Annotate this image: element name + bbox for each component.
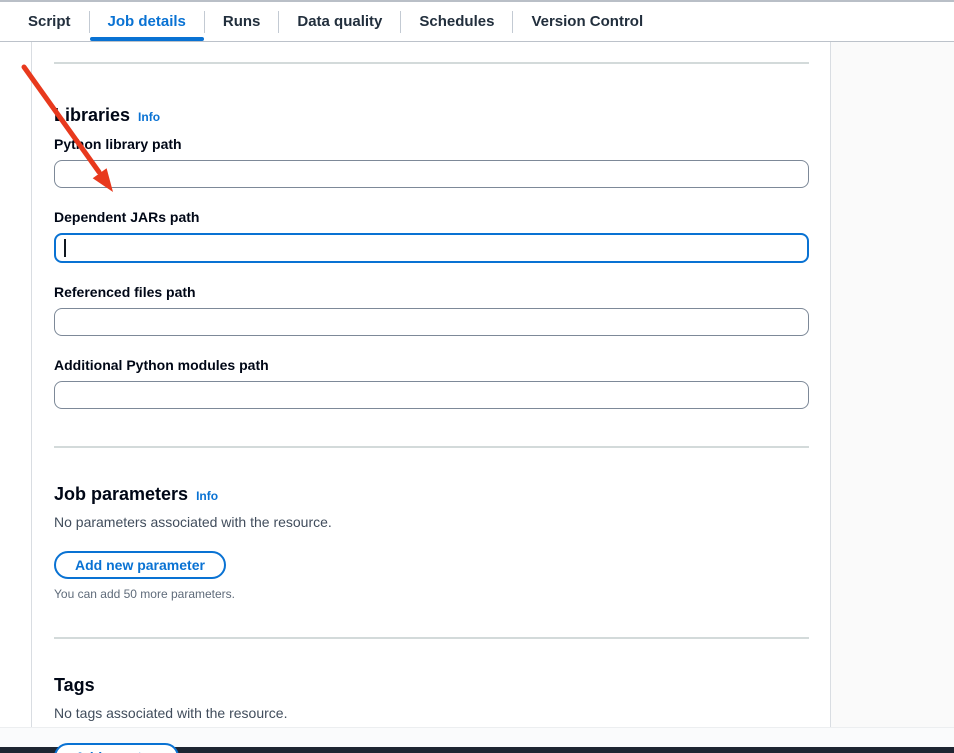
add-new-parameter-button[interactable]: Add new parameter <box>54 551 226 579</box>
tags-empty-text: No tags associated with the resource. <box>54 703 809 723</box>
job-details-panel: Libraries Info Python library path Depen… <box>31 42 831 727</box>
referenced-files-path-label: Referenced files path <box>54 283 809 301</box>
job-parameters-hint-text: You can add 50 more parameters. <box>54 587 809 601</box>
tab-script[interactable]: Script <box>28 2 89 41</box>
dependent-jars-path-field: Dependent JARs path <box>54 208 809 263</box>
additional-python-modules-path-field: Additional Python modules path <box>54 356 809 409</box>
python-library-path-input[interactable] <box>54 160 809 188</box>
job-parameters-section: Job parameters Info No parameters associ… <box>54 448 809 601</box>
tab-schedules[interactable]: Schedules <box>401 2 512 41</box>
tab-version-control[interactable]: Version Control <box>513 2 661 41</box>
add-new-tag-button[interactable]: Add new tag <box>54 743 179 753</box>
right-gutter <box>831 42 954 727</box>
job-tabbar: Script Job details Runs Data quality Sch… <box>0 0 954 42</box>
tab-runs[interactable]: Runs <box>205 2 279 41</box>
tab-data-quality[interactable]: Data quality <box>279 2 400 41</box>
tags-title: Tags <box>54 674 95 696</box>
additional-python-modules-path-input[interactable] <box>54 381 809 409</box>
referenced-files-path-input[interactable] <box>54 308 809 336</box>
job-parameters-title: Job parameters <box>54 483 188 505</box>
python-library-path-field: Python library path <box>54 135 809 188</box>
referenced-files-path-field: Referenced files path <box>54 283 809 336</box>
tab-job-details[interactable]: Job details <box>90 2 204 41</box>
glue-job-details-page: Script Job details Runs Data quality Sch… <box>0 0 954 753</box>
libraries-title: Libraries <box>54 104 130 126</box>
libraries-section: Libraries Info Python library path Depen… <box>54 64 809 409</box>
text-cursor <box>64 239 66 257</box>
additional-python-modules-path-label: Additional Python modules path <box>54 356 809 374</box>
job-parameters-info-link[interactable]: Info <box>196 489 218 503</box>
libraries-info-link[interactable]: Info <box>138 110 160 124</box>
python-library-path-label: Python library path <box>54 135 809 153</box>
dependent-jars-path-label: Dependent JARs path <box>54 208 809 226</box>
tags-section: Tags No tags associated with the resourc… <box>54 639 809 753</box>
job-parameters-empty-text: No parameters associated with the resour… <box>54 512 809 532</box>
dependent-jars-path-input[interactable] <box>54 233 809 263</box>
